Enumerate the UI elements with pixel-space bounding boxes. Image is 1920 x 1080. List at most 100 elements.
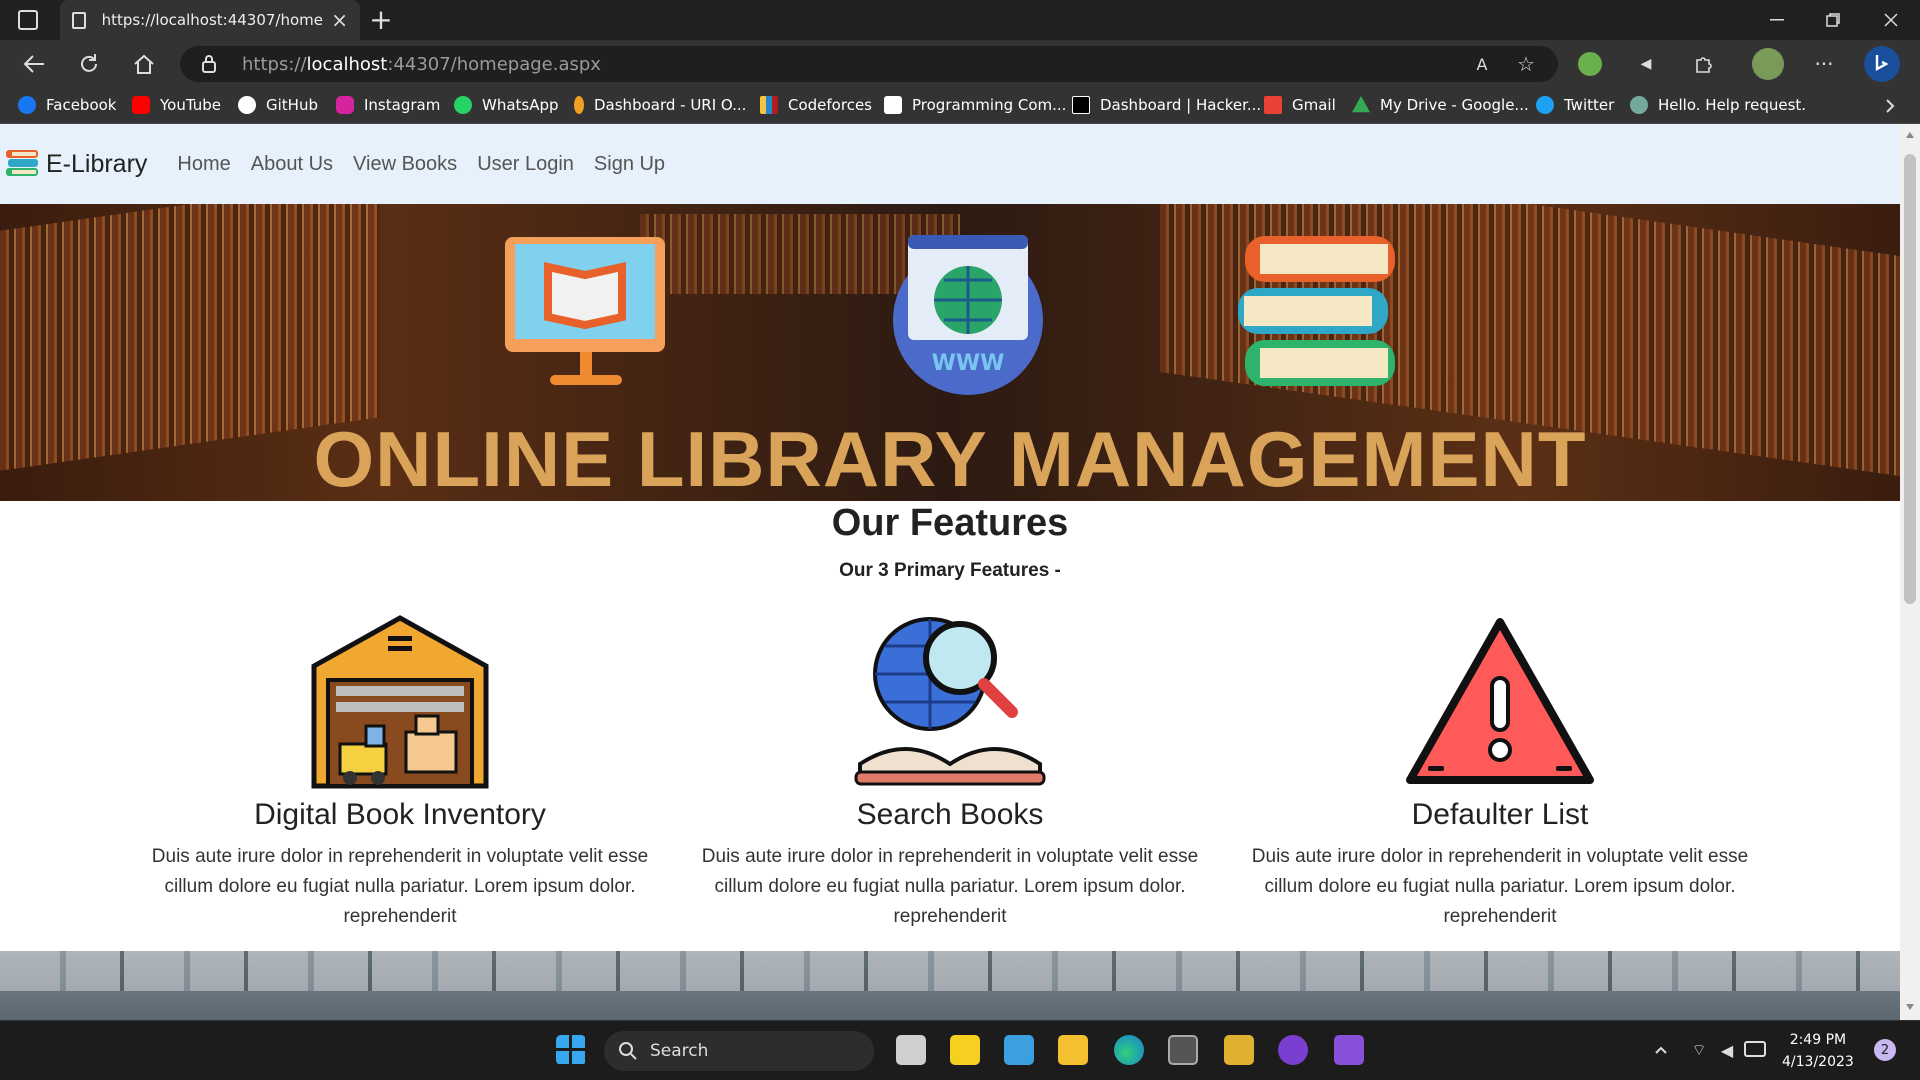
book-stack-icon bbox=[1238, 236, 1395, 386]
codechef-icon bbox=[884, 96, 902, 114]
minimize-icon[interactable] bbox=[1762, 8, 1792, 32]
feature-card-search: Search Books Duis aute irure dolor in re… bbox=[700, 614, 1200, 932]
warehouse-icon bbox=[311, 615, 489, 789]
file-explorer-icon[interactable] bbox=[1058, 1035, 1088, 1065]
nav-home[interactable]: Home bbox=[177, 153, 230, 176]
clock-time: 2:49 PM bbox=[1789, 1032, 1847, 1048]
nav-sign-up[interactable]: Sign Up bbox=[594, 153, 665, 176]
bookmark-dashboard-uri[interactable]: Dashboard - URI O... bbox=[574, 96, 746, 114]
taskbar-search[interactable]: Search bbox=[604, 1031, 874, 1071]
bookmark-whatsapp[interactable]: WhatsApp bbox=[454, 96, 559, 114]
bing-icon[interactable] bbox=[1864, 46, 1900, 82]
codeforces-icon bbox=[760, 96, 778, 114]
bookmark-gmail[interactable]: Gmail bbox=[1264, 96, 1336, 114]
chevron-right-icon[interactable] bbox=[1880, 94, 1900, 118]
refresh-icon[interactable] bbox=[75, 50, 103, 78]
document-icon bbox=[72, 11, 86, 29]
media-icon[interactable]: ◀ bbox=[1634, 52, 1658, 76]
scroll-thumb[interactable] bbox=[1904, 154, 1916, 604]
home-icon[interactable] bbox=[130, 50, 158, 78]
bookmark-label: Hello. Help request. bbox=[1658, 96, 1807, 114]
more-menu-icon[interactable]: ··· bbox=[1810, 52, 1838, 76]
page-scrollbar[interactable] bbox=[1900, 124, 1920, 1020]
twitter-icon bbox=[1536, 96, 1554, 114]
www-label: WWW bbox=[932, 351, 1005, 376]
tab-title: https://localhost:44307/homepage.aspx bbox=[101, 11, 324, 29]
scroll-up-icon[interactable] bbox=[1906, 132, 1914, 138]
bookmark-facebook[interactable]: Facebook bbox=[18, 96, 116, 114]
site-navbar: E-Library Home About Us View Books User … bbox=[0, 124, 1900, 204]
bookmark-codeforces[interactable]: Codeforces bbox=[760, 96, 872, 114]
url-prefix: https:// bbox=[242, 54, 307, 75]
nav-user-login[interactable]: User Login bbox=[477, 153, 574, 176]
visual-studio-icon[interactable] bbox=[1334, 1035, 1364, 1065]
profile-avatar[interactable] bbox=[1752, 48, 1784, 80]
extensions-puzzle-icon[interactable] bbox=[1692, 52, 1716, 76]
scroll-down-icon[interactable] bbox=[1906, 1004, 1914, 1010]
bookmarks-bar: Facebook YouTube GitHub Instagram WhatsA… bbox=[0, 88, 1920, 124]
back-icon[interactable] bbox=[20, 50, 48, 78]
url-host: localhost bbox=[306, 54, 388, 75]
feature-title: Digital Book Inventory bbox=[254, 798, 546, 831]
facebook-icon bbox=[18, 96, 36, 114]
system-clock[interactable]: 2:49 PM 4/13/2023 bbox=[1782, 1029, 1854, 1073]
read-aloud-icon[interactable]: A bbox=[1470, 52, 1494, 76]
tab-bar: https://localhost:44307/homepage.aspx × … bbox=[0, 0, 1920, 40]
youtube-icon bbox=[132, 96, 150, 114]
computer-book-icon bbox=[505, 237, 665, 385]
task-view-icon[interactable] bbox=[896, 1035, 926, 1065]
notification-badge[interactable]: 2 bbox=[1874, 1039, 1896, 1061]
bookmark-chatgpt[interactable]: Hello. Help request. bbox=[1630, 96, 1806, 114]
browser-tab[interactable]: https://localhost:44307/homepage.aspx × bbox=[60, 0, 360, 40]
volume-icon[interactable]: ◀ bbox=[1716, 1039, 1738, 1061]
clock-date: 4/13/2023 bbox=[1782, 1054, 1854, 1070]
warning-icon bbox=[1406, 618, 1594, 784]
new-tab-button[interactable]: + bbox=[366, 3, 396, 36]
url-path: :44307/homepage.aspx bbox=[387, 54, 601, 75]
nav-about-us[interactable]: About Us bbox=[251, 153, 333, 176]
edge-icon[interactable] bbox=[1114, 1035, 1144, 1065]
gmail-icon bbox=[1264, 96, 1282, 114]
url-field[interactable]: https://localhost:44307/homepage.aspx A … bbox=[180, 46, 1558, 82]
tab-close-icon[interactable]: × bbox=[331, 8, 348, 32]
notepad-icon[interactable] bbox=[1004, 1035, 1034, 1065]
features-subtitle: Our 3 Primary Features - bbox=[839, 560, 1061, 581]
search-label: Search bbox=[650, 1041, 709, 1061]
bookmark-label: Twitter bbox=[1564, 96, 1615, 114]
sticky-notes-icon[interactable] bbox=[950, 1035, 980, 1065]
bookmark-github[interactable]: GitHub bbox=[238, 96, 318, 114]
github-desktop-icon[interactable] bbox=[1278, 1035, 1308, 1065]
hero-title: ONLINE LIBRARY MANAGEMENT bbox=[313, 415, 1587, 501]
feature-card-defaulter: Defaulter List Duis aute irure dolor in … bbox=[1250, 614, 1750, 932]
bookshelf-row bbox=[0, 951, 1900, 991]
favorite-star-icon[interactable]: ☆ bbox=[1514, 52, 1538, 76]
nav-view-books[interactable]: View Books bbox=[353, 153, 457, 176]
site-brand[interactable]: E-Library bbox=[4, 146, 147, 182]
bookmark-programming-com[interactable]: Programming Com... bbox=[884, 96, 1066, 114]
bookmark-youtube[interactable]: YouTube bbox=[132, 96, 221, 114]
bookmark-instagram[interactable]: Instagram bbox=[336, 96, 440, 114]
hackerrank-icon bbox=[1072, 96, 1090, 114]
restore-icon[interactable] bbox=[1818, 8, 1848, 32]
bookmark-hackerrank[interactable]: Dashboard | Hacker... bbox=[1072, 96, 1261, 114]
bookmark-twitter[interactable]: Twitter bbox=[1536, 96, 1614, 114]
windows-start-icon[interactable] bbox=[556, 1035, 586, 1065]
windows-taskbar: Search ⌔ ◀ 2:49 PM 4/13/2023 2 bbox=[0, 1020, 1920, 1080]
url-text: https://localhost:44307/homepage.aspx bbox=[242, 54, 601, 75]
tab-actions-icon[interactable] bbox=[18, 10, 38, 30]
close-window-icon[interactable] bbox=[1876, 8, 1906, 32]
bookmark-label: Facebook bbox=[46, 96, 117, 114]
feature-title: Defaulter List bbox=[1411, 798, 1589, 831]
bookmark-label: YouTube bbox=[160, 96, 221, 114]
chevron-up-icon[interactable] bbox=[1650, 1039, 1672, 1061]
wifi-icon[interactable]: ⌔ bbox=[1688, 1039, 1710, 1061]
battery-icon[interactable] bbox=[1744, 1041, 1766, 1057]
extension-icon[interactable] bbox=[1578, 52, 1602, 76]
feature-description: Duis aute irure dolor in reprehenderit i… bbox=[701, 846, 1199, 927]
calculator-icon[interactable] bbox=[1168, 1035, 1198, 1065]
search-books-icon bbox=[854, 617, 1046, 786]
features-title: Our Features bbox=[831, 502, 1069, 544]
whatsapp-icon bbox=[454, 96, 472, 114]
snipping-tool-icon[interactable] bbox=[1224, 1035, 1254, 1065]
bookmark-google-drive[interactable]: My Drive - Google... bbox=[1352, 96, 1529, 114]
